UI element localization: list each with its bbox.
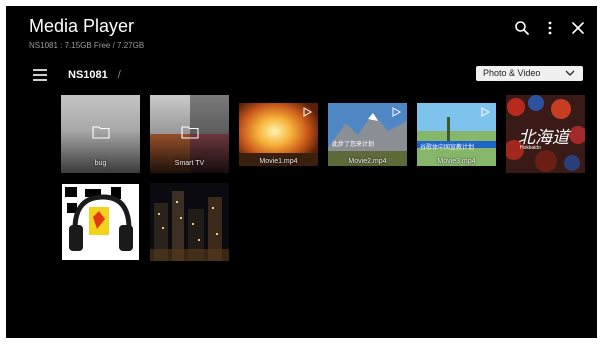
folder-tile-smart-tv[interactable]: Smart TV	[150, 95, 229, 173]
storage-info: NS1081 : 7.15GB Free / 7.27GB	[29, 41, 145, 50]
photo-tile-hokkaido[interactable]: 北海道 Hokkaido	[506, 95, 585, 173]
play-icon	[392, 107, 401, 117]
folder-icon	[181, 126, 199, 139]
close-icon[interactable]	[569, 19, 587, 37]
breadcrumb-separator: /	[117, 69, 121, 81]
photo-tile-headphones[interactable]	[61, 183, 140, 261]
chevron-down-icon	[565, 70, 575, 76]
video-tile-movie3[interactable]: 谷歌体中国宣教计划 Movie3.mp4	[417, 103, 496, 166]
play-icon	[303, 107, 312, 117]
item-label: bug	[94, 160, 107, 167]
video-tile-movie2[interactable]: 此步了您来计划 Movie2.mp4	[328, 103, 407, 166]
item-label: Movie3.mp4	[437, 158, 476, 165]
hamburger-menu-icon[interactable]	[33, 69, 47, 81]
thumbnail-overlay-text: 此步了您来计划	[332, 141, 375, 148]
item-label: Movie2.mp4	[348, 158, 387, 165]
more-vertical-icon[interactable]	[541, 19, 559, 37]
folder-tile-bug[interactable]: bug	[61, 95, 140, 173]
media-player-screen: Media Player NS1081 : 7.15GB Free / 7.27…	[6, 6, 597, 338]
item-label: Movie1.mp4	[259, 158, 298, 165]
folder-icon	[92, 126, 110, 139]
search-icon[interactable]	[513, 19, 531, 37]
view-filter-selected: Photo & Video	[483, 68, 541, 78]
headphones-thumbnail	[61, 183, 140, 261]
view-filter-dropdown[interactable]: Photo & Video	[476, 66, 583, 81]
thumbnail-overlay-text: 谷歌体中国宣教计划	[420, 144, 475, 151]
breadcrumb-device[interactable]: NS1081	[68, 69, 108, 81]
night-city-thumbnail	[150, 183, 229, 261]
video-tile-movie1[interactable]: Movie1.mp4	[239, 103, 318, 166]
play-icon	[481, 107, 490, 117]
breadcrumb[interactable]: NS1081 /	[68, 69, 121, 81]
item-label: Smart TV	[174, 160, 205, 167]
photo-tile-night-city[interactable]	[150, 183, 229, 261]
app-title: Media Player	[29, 16, 135, 36]
thumbnail-logo-subtext: Hokkaido	[520, 145, 541, 151]
